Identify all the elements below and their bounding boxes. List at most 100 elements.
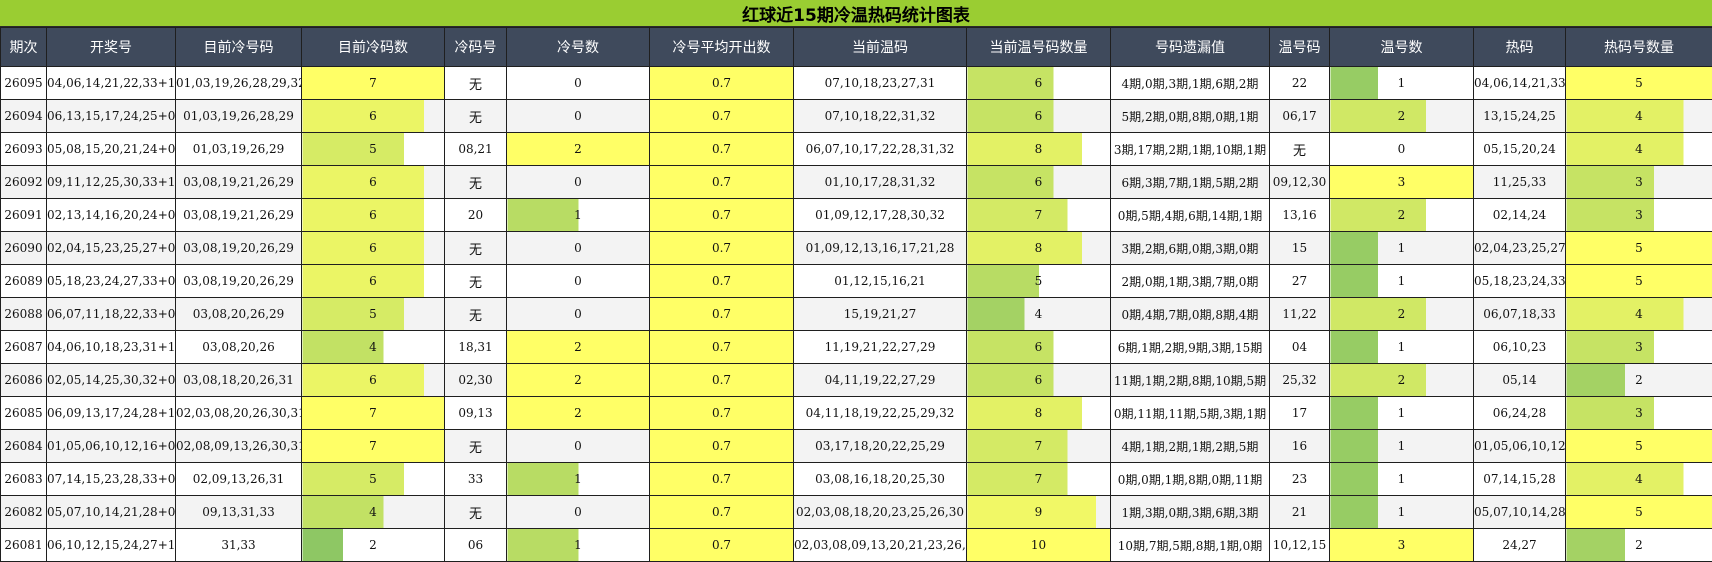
cell-warm-hit-count-value: 1 <box>1398 274 1406 288</box>
cell-cold-hit-count-value: 0 <box>574 274 582 288</box>
cell-cold-count-value: 2 <box>369 538 377 552</box>
cell-cold-hit-count-value: 1 <box>574 472 582 486</box>
cell-hot-nums-value: 05,15,20,24 <box>1483 142 1556 156</box>
cell-cold-hit-count: 0 <box>507 430 650 463</box>
cell-cold-count: 6 <box>302 232 445 265</box>
cell-warm-count: 8 <box>967 133 1111 166</box>
table-row: 2609002,04,15,23,25,27+0303,08,19,20,26,… <box>1 232 1712 265</box>
cell-warm-count: 6 <box>967 100 1111 133</box>
cell-issue-value: 26095 <box>4 76 42 90</box>
cell-warm-hit-value: 17 <box>1292 406 1307 420</box>
cell-cold-hit-count-value: 0 <box>574 439 582 453</box>
cell-cold-hit-count-value: 2 <box>574 142 582 156</box>
cell-cold-count-value: 6 <box>369 274 377 288</box>
header-hot-count: 热码号数量 <box>1566 28 1712 67</box>
table-body: 2609504,06,14,21,22,33+1601,03,19,26,28,… <box>1 67 1712 562</box>
cell-cold-count-value: 6 <box>369 373 377 387</box>
header-cold-hit: 冷码号 <box>445 28 507 67</box>
cell-warm-count-value: 6 <box>1035 373 1043 387</box>
cell-draw-value: 06,07,11,18,22,33+05 <box>47 307 176 321</box>
cell-warm-nums-value: 03,17,18,20,22,25,29 <box>815 439 945 453</box>
cell-omission-value: 4期,0期,3期,1期,6期,2期 <box>1122 77 1259 91</box>
cell-warm-count-value: 6 <box>1035 340 1043 354</box>
cell-draw: 06,10,12,15,24,27+12 <box>47 529 176 562</box>
cell-warm-nums: 11,19,21,22,27,29 <box>794 331 967 364</box>
cell-warm-hit-count: 2 <box>1330 364 1474 397</box>
cell-cold-nums: 03,08,20,26 <box>176 331 302 364</box>
cell-cold-avg-value: 0.7 <box>712 175 731 189</box>
cell-warm-nums-value: 01,09,12,17,28,30,32 <box>815 208 945 222</box>
cell-warm-hit-count-value: 3 <box>1398 175 1406 189</box>
cell-warm-nums-value: 06,07,10,17,22,28,31,32 <box>806 142 955 156</box>
cell-hot-count: 3 <box>1566 331 1712 364</box>
cell-warm-nums-value: 07,10,18,22,31,32 <box>825 109 936 123</box>
cell-cold-nums: 03,08,19,20,26,29 <box>176 265 302 298</box>
table-title: 红球近15期冷温热码统计图表 <box>0 0 1712 27</box>
cell-cold-avg: 0.7 <box>650 166 794 199</box>
cell-cold-hit-count: 1 <box>507 529 650 562</box>
cell-warm-hit-count: 0 <box>1330 133 1474 166</box>
cell-cold-nums-value: 03,08,20,26,29 <box>193 307 285 321</box>
cell-draw-value: 02,13,14,16,20,24+05 <box>47 208 176 222</box>
cell-issue: 26081 <box>1 529 47 562</box>
cell-omission-value: 6期,3期,7期,1期,5期,2期 <box>1122 176 1259 190</box>
cell-cold-count: 6 <box>302 166 445 199</box>
cell-warm-count-value: 4 <box>1035 307 1043 321</box>
cell-issue-value: 26093 <box>4 142 42 156</box>
cell-cold-hit-count-value: 2 <box>574 406 582 420</box>
cell-issue: 26089 <box>1 265 47 298</box>
table-row: 2608106,10,12,15,24,27+1231,3320610.702,… <box>1 529 1712 562</box>
cell-hot-nums-value: 05,14 <box>1502 373 1536 387</box>
cell-omission-value: 11期,1期,2期,8期,10期,5期 <box>1114 374 1266 388</box>
cell-issue: 26093 <box>1 133 47 166</box>
cell-cold-avg-value: 0.7 <box>712 373 731 387</box>
cell-draw: 06,13,15,17,24,25+01 <box>47 100 176 133</box>
cell-hot-nums-value: 05,18,23,24,33 <box>1474 274 1566 288</box>
cell-draw-value: 04,06,10,18,23,31+11 <box>47 340 176 354</box>
cell-cold-avg-value: 0.7 <box>712 76 731 90</box>
cell-warm-hit-value: 无 <box>1293 144 1306 159</box>
cell-cold-nums-value: 03,08,20,26 <box>202 340 275 354</box>
cell-hot-count: 3 <box>1566 199 1712 232</box>
cell-draw-value: 05,07,10,14,21,28+04 <box>47 505 176 519</box>
cell-hot-nums-value: 04,06,14,21,33 <box>1474 76 1566 90</box>
cell-omission: 6期,1期,2期,9期,3期,15期 <box>1111 331 1270 364</box>
cell-warm-nums-value: 04,11,19,22,27,29 <box>825 373 936 387</box>
cell-cold-hit-value: 无 <box>469 507 482 522</box>
cell-warm-hit-count: 2 <box>1330 100 1474 133</box>
cell-draw-value: 09,11,12,25,30,33+11 <box>47 175 176 189</box>
cell-issue: 26084 <box>1 430 47 463</box>
cell-cold-nums-value: 09,13,31,33 <box>202 505 275 519</box>
cell-cold-count: 7 <box>302 67 445 100</box>
cell-cold-hit: 09,13 <box>445 397 507 430</box>
cell-hot-count-value: 5 <box>1635 241 1643 255</box>
cell-draw-value: 01,05,06,10,12,16+05 <box>47 439 176 453</box>
cell-cold-hit-count: 1 <box>507 199 650 232</box>
cell-hot-nums: 01,05,06,10,12 <box>1474 430 1566 463</box>
cell-warm-hit-count: 1 <box>1330 397 1474 430</box>
cell-cold-hit-count: 0 <box>507 232 650 265</box>
cell-draw-value: 02,05,14,25,30,32+05 <box>47 373 176 387</box>
cell-cold-hit: 33 <box>445 463 507 496</box>
cell-draw-value: 06,13,15,17,24,25+01 <box>47 109 176 123</box>
cell-issue-value: 26081 <box>4 538 42 552</box>
cell-hot-nums: 05,14 <box>1474 364 1566 397</box>
cell-cold-count: 6 <box>302 364 445 397</box>
cell-warm-count-value: 6 <box>1035 175 1043 189</box>
cell-cold-avg: 0.7 <box>650 496 794 529</box>
cell-cold-avg-value: 0.7 <box>712 241 731 255</box>
cell-draw: 02,05,14,25,30,32+05 <box>47 364 176 397</box>
table-row: 2609504,06,14,21,22,33+1601,03,19,26,28,… <box>1 67 1712 100</box>
cell-omission: 3期,17期,2期,1期,10期,1期 <box>1111 133 1270 166</box>
cell-cold-hit-count: 0 <box>507 496 650 529</box>
cell-hot-nums-value: 06,10,23 <box>1493 340 1546 354</box>
cell-draw: 04,06,10,18,23,31+11 <box>47 331 176 364</box>
cell-warm-count: 7 <box>967 463 1111 496</box>
cell-cold-avg: 0.7 <box>650 397 794 430</box>
header-warm-nums: 当前温码 <box>794 28 967 67</box>
cell-issue: 26094 <box>1 100 47 133</box>
cell-cold-nums: 02,09,13,26,31 <box>176 463 302 496</box>
cell-hot-count-value: 4 <box>1635 307 1643 321</box>
cell-warm-hit-count-value: 0 <box>1398 142 1406 156</box>
cell-omission-value: 3期,17期,2期,1期,10期,1期 <box>1114 143 1266 157</box>
